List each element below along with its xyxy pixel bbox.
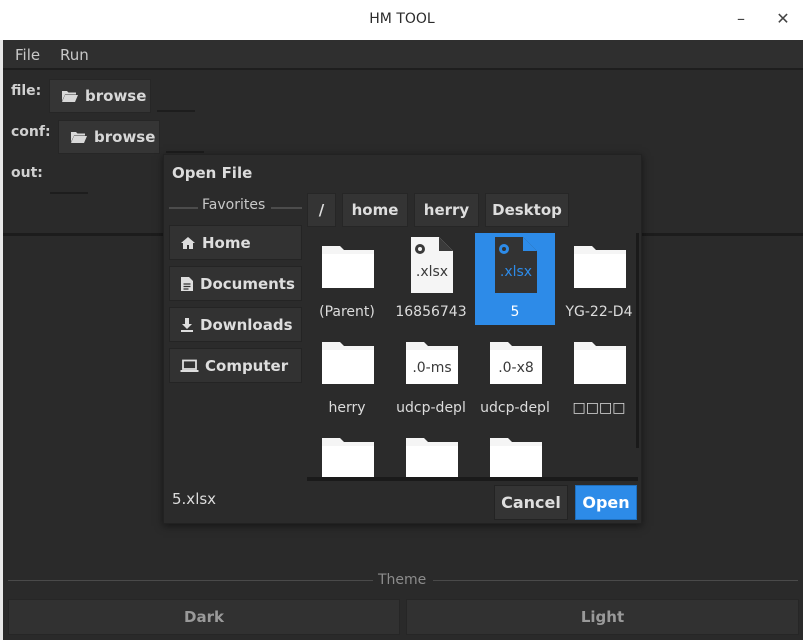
favorite-home[interactable]: Home: [169, 225, 302, 260]
favorite-computer[interactable]: Computer: [169, 348, 302, 383]
file-item-file[interactable]: .0-ms udcp-depl: [391, 329, 471, 421]
download-icon: [181, 317, 193, 332]
file-item-parent[interactable]: (Parent): [307, 233, 387, 325]
file-grid-vertical-scrollbar[interactable]: [636, 233, 639, 448]
out-label: out:: [11, 165, 43, 181]
file-item-selected[interactable]: .xlsx 5: [475, 233, 555, 325]
folder-icon: [490, 438, 542, 478]
out-path-field[interactable]: [50, 192, 88, 194]
spreadsheet-file-icon: .xlsx: [495, 237, 537, 293]
file-item-folder[interactable]: [475, 425, 555, 478]
file-item-name: (Parent): [319, 304, 375, 320]
file-path-field[interactable]: [157, 110, 195, 112]
favorite-label: Home: [202, 233, 251, 252]
file-browse-button[interactable]: browse: [49, 79, 151, 113]
folder-icon: [574, 246, 626, 288]
conf-browse-button[interactable]: browse: [58, 120, 160, 154]
file-item-folder[interactable]: YG-22-D4: [559, 233, 638, 325]
favorite-documents[interactable]: Documents: [169, 266, 302, 301]
conf-label: conf:: [11, 124, 51, 140]
file-item-name: 5: [510, 304, 520, 320]
file-item-xlsx[interactable]: .xlsx 16856743: [391, 233, 471, 325]
file-ext-label: .xlsx: [416, 264, 448, 280]
generic-file-icon: .0-ms: [406, 342, 458, 384]
folder-icon: [322, 438, 374, 478]
window-title: HM TOOL: [369, 11, 435, 27]
laptop-icon: [180, 359, 199, 372]
folder-icon: [322, 246, 374, 288]
file-item-name: udcp-depl: [480, 400, 550, 416]
breadcrumb-home[interactable]: home: [342, 193, 408, 227]
selected-filename[interactable]: 5.xlsx: [172, 490, 216, 508]
dialog-title: Open File: [172, 164, 253, 182]
file-item-name: 16856743: [395, 304, 467, 320]
favorites-label: Favorites: [202, 197, 266, 213]
folder-open-icon: [71, 132, 87, 143]
generic-file-icon: .0-x8: [490, 342, 542, 384]
file-item-folder[interactable]: [307, 425, 387, 478]
open-file-dialog: Open File Favorites Home Documents Downl…: [163, 154, 642, 524]
file-item-folder[interactable]: □□□□: [559, 329, 638, 421]
favorite-label: Documents: [200, 274, 295, 293]
theme-divider-left: [8, 580, 373, 581]
file-item-name: YG-22-D4: [565, 304, 633, 320]
browse-label: browse: [94, 128, 156, 146]
file-item-name: herry: [328, 400, 366, 416]
favorite-downloads[interactable]: Downloads: [169, 307, 302, 342]
file-item-name: □□□□: [572, 400, 626, 416]
file-ext-label: .0-ms: [412, 360, 451, 376]
favorites-divider-left: [169, 207, 198, 209]
minimize-button[interactable]: –: [729, 8, 753, 30]
folder-icon: [322, 342, 374, 384]
file-item-folder[interactable]: [391, 425, 471, 478]
favorites-divider-right: [271, 207, 302, 209]
favorite-label: Downloads: [200, 315, 293, 334]
light-theme-button[interactable]: Light: [406, 599, 799, 635]
theme-label: Theme: [378, 572, 427, 588]
browse-label: browse: [85, 87, 147, 105]
folder-icon: [406, 438, 458, 478]
spreadsheet-file-icon: .xlsx: [411, 237, 453, 293]
file-item-folder[interactable]: herry: [307, 329, 387, 421]
folder-open-icon: [62, 91, 78, 102]
file-item-name: udcp-depl: [396, 400, 466, 416]
breadcrumb-herry[interactable]: herry: [414, 193, 479, 227]
document-icon: [181, 276, 193, 291]
folder-icon: [574, 342, 626, 384]
menu-run[interactable]: Run: [60, 46, 89, 64]
file-label: file:: [11, 83, 42, 99]
file-grid: (Parent) .xlsx 16856743 .xlsx 5 YG-22-D4…: [307, 233, 638, 478]
conf-path-field[interactable]: [166, 151, 204, 153]
window-titlebar: HM TOOL – ✕: [0, 0, 804, 40]
menu-file[interactable]: File: [15, 46, 40, 64]
theme-divider-right: [433, 580, 798, 581]
file-grid-horizontal-scrollbar[interactable]: [307, 477, 638, 481]
menu-bar: File Run: [3, 40, 803, 70]
breadcrumb-desktop[interactable]: Desktop: [485, 193, 569, 227]
file-ext-label: .xlsx: [500, 264, 532, 280]
file-item-file[interactable]: .0-x8 udcp-depl: [475, 329, 555, 421]
breadcrumb-root[interactable]: /: [307, 193, 336, 227]
home-icon: [181, 236, 195, 249]
open-button[interactable]: Open: [575, 485, 637, 520]
favorite-label: Computer: [205, 356, 289, 375]
file-ext-label: .0-x8: [498, 360, 534, 376]
dark-theme-button[interactable]: Dark: [8, 599, 400, 635]
close-button[interactable]: ✕: [771, 8, 795, 30]
cancel-button[interactable]: Cancel: [494, 485, 568, 520]
